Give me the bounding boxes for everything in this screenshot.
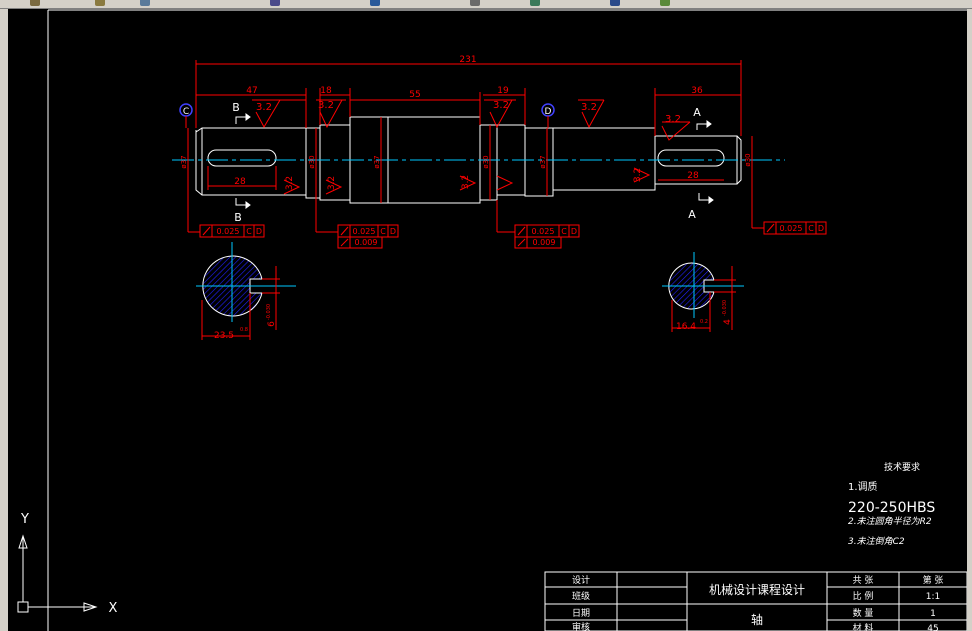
tech-req-item2: 2.未注圆角半径为R2 <box>848 516 932 527</box>
tol-bl-value2: 0.009 <box>355 238 378 247</box>
section-a-bottom: A <box>688 208 696 221</box>
roughness-9: 3.2 <box>633 168 643 182</box>
tol-left-ref2: D <box>256 227 262 236</box>
dim-dia-right-end: ø30 <box>744 153 752 166</box>
roughness-8: 3.2 <box>461 175 471 189</box>
tol-left-value: 0.025 <box>217 227 240 236</box>
tb-qty-value: 1 <box>930 609 936 619</box>
tol-br-ref1: C <box>561 227 567 236</box>
open-icon[interactable] <box>30 0 40 6</box>
ucs-y-label: Y <box>20 512 29 527</box>
tb-part-name: 轴 <box>751 612 763 627</box>
tol-bl-value: 0.025 <box>353 227 376 236</box>
section-a-width: 4 <box>723 319 733 325</box>
tech-req-item3: 3.未注倒角C2 <box>848 536 905 547</box>
tolerance-frames <box>199 221 827 249</box>
tol-br-value: 0.025 <box>532 227 555 236</box>
roughness-4: 3.2 <box>581 102 597 113</box>
pan-icon[interactable] <box>270 0 280 6</box>
section-b-bottom: B <box>234 211 242 224</box>
section-b-depth: 23.5 <box>214 331 234 341</box>
ucs-icon <box>17 534 98 613</box>
roughness-1: 3.2 <box>256 102 272 113</box>
help-icon[interactable] <box>610 0 620 6</box>
dim-seg-middle: 55 <box>409 90 420 100</box>
dim-keyway-right: 28 <box>687 171 699 181</box>
roughness-3: 3.2 <box>493 100 509 111</box>
tb-class: 班级 <box>572 590 590 602</box>
section-b-width: 6 <box>267 321 277 327</box>
datum-d-label: D <box>545 107 552 117</box>
roughness-2: 3.2 <box>318 100 334 111</box>
dim-dia-left: ø37 <box>180 155 188 168</box>
properties-icon[interactable] <box>470 0 480 6</box>
undo-icon[interactable] <box>140 0 150 6</box>
tb-material-label: 材 料 <box>853 622 874 631</box>
cad-toolbar <box>0 0 972 9</box>
dim-seg-right: 36 <box>691 86 703 96</box>
zoom-icon[interactable] <box>370 0 380 6</box>
tb-sheets-total: 共 张 <box>853 575 874 586</box>
dim-overall: 231 <box>459 55 476 65</box>
tb-sheet-no: 第 张 <box>923 574 944 586</box>
tech-req-item1b: 220-250HBS <box>848 500 935 516</box>
section-a-width-tol: -0.030 <box>722 300 728 316</box>
dim-dia-middle: ø37 <box>373 155 381 168</box>
section-b-depth-tol: 0.8 <box>240 327 248 333</box>
dim-seg-bearing-right: 19 <box>497 86 509 96</box>
tol-right-value: 0.025 <box>780 224 803 233</box>
tech-req-title: 技术要求 <box>884 461 920 473</box>
tb-review: 审核 <box>572 621 590 631</box>
dim-keyway-left: 28 <box>234 177 246 187</box>
roughness-7: 3.2 <box>327 176 337 190</box>
tol-right-ref1: C <box>808 224 814 233</box>
section-b-view <box>196 242 296 340</box>
drawing-canvas[interactable]: 231 47 18 55 19 36 28 28 ø37 ø30 ø37 ø30… <box>8 9 967 631</box>
dim-dia-bearing-left: ø30 <box>308 155 316 168</box>
window-border-left <box>0 9 8 631</box>
tb-scale-value: 1:1 <box>926 592 940 602</box>
tol-left-ref1: C <box>246 227 252 236</box>
tol-right-ref2: D <box>818 224 824 233</box>
tol-br-ref2: D <box>571 227 577 236</box>
dimension-lines <box>187 60 764 233</box>
window-border-right <box>967 9 972 631</box>
dim-dia-bearing-right: ø30 <box>482 155 490 168</box>
tol-bl-ref1: C <box>380 227 386 236</box>
dim-seg-bearing-left: 18 <box>320 86 332 96</box>
dim-dia-right-mid: ø37 <box>539 155 547 168</box>
tol-br-value2: 0.009 <box>533 238 556 247</box>
layer-icon[interactable] <box>530 0 540 6</box>
section-a-depth: 16.4 <box>676 322 696 332</box>
section-a-depth-tol: 0.2 <box>700 319 708 325</box>
datum-c-label: C <box>183 107 189 117</box>
tech-req-item1: 1.调质 <box>848 481 878 493</box>
roughness-symbols <box>255 99 691 195</box>
tb-material-value: 45 <box>927 624 938 631</box>
section-a-top: A <box>693 106 701 119</box>
tb-scale-label: 比 例 <box>853 590 874 602</box>
ucs-x-label: X <box>109 601 118 616</box>
section-b-top: B <box>232 101 240 114</box>
section-b-width-tol: -0.030 <box>266 304 272 320</box>
tb-project: 机械设计课程设计 <box>709 582 805 597</box>
tool-palette-icon[interactable] <box>660 0 670 6</box>
cut-icon[interactable] <box>95 0 105 6</box>
dim-seg-left: 47 <box>246 86 257 96</box>
tb-designer: 设计 <box>572 574 590 586</box>
roughness-5: 3.2 <box>665 114 681 125</box>
tb-date: 日期 <box>572 608 590 619</box>
roughness-6: 3.2 <box>285 176 295 190</box>
tol-bl-ref2: D <box>390 227 396 236</box>
tb-qty-label: 数 量 <box>853 607 874 619</box>
